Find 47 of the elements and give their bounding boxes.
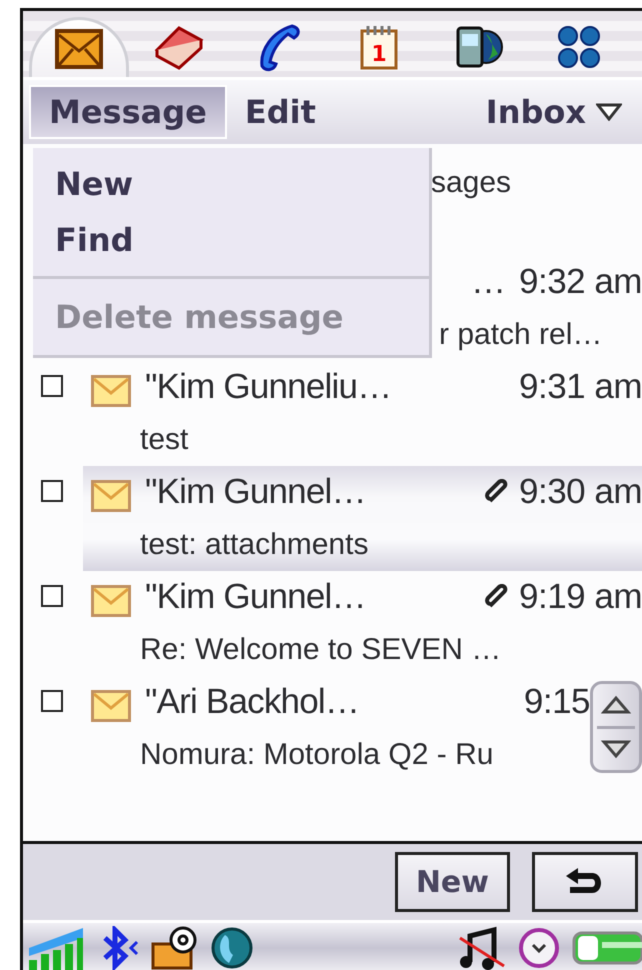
envelope-icon — [91, 375, 131, 407]
globe-icon — [211, 927, 253, 969]
new-button[interactable]: New — [394, 852, 510, 912]
menu-item[interactable]: New — [33, 156, 156, 212]
menu-title[interactable]: Edit — [226, 85, 334, 139]
message-time: 9:31 am — [519, 367, 642, 407]
sender: … — [471, 262, 507, 302]
menu-title[interactable]: Message — [29, 85, 227, 139]
checkbox[interactable] — [41, 480, 63, 502]
message-time: 9:32 am — [519, 262, 642, 302]
sender: "Kim Gunnel… — [145, 472, 367, 512]
message-subject: test: attachments — [140, 528, 368, 562]
message-time: 9:19 am — [519, 577, 642, 617]
sender: "Kim Gunnel… — [145, 577, 367, 617]
dropdown-triangle-icon — [596, 103, 622, 121]
message-item[interactable]: "Ari Backhol… 9:15 Nomura: Motorola Q2 - Ru — [83, 676, 590, 781]
message-item[interactable]: "Kim Gunnel… 9:19 am Re: Welcome to SEVEN … — [83, 571, 642, 676]
message-subject: Nomura: Motorola Q2 - Ru — [140, 738, 494, 772]
checkbox[interactable] — [41, 375, 63, 397]
message-time: 9:30 am — [519, 472, 642, 512]
message-item[interactable]: "Kim Gunnel… 9:30 am test: attachments — [83, 466, 642, 571]
envelope-icon — [91, 480, 131, 512]
menu-item[interactable]: Find — [33, 212, 156, 268]
sender: "Ari Backhol… — [145, 682, 360, 722]
envelope-icon — [91, 585, 131, 617]
phone-globe-icon — [454, 24, 504, 70]
envelope-icon — [91, 690, 131, 722]
message-count: sages — [431, 166, 512, 199]
checkbox[interactable] — [41, 690, 63, 712]
back-button[interactable] — [532, 852, 638, 912]
book-icon — [153, 24, 205, 70]
envelope-icon — [55, 28, 103, 68]
message-time: 9:15 — [524, 682, 590, 722]
folder-selector[interactable]: Inbox — [486, 93, 636, 131]
message-subject: test — [140, 422, 188, 456]
muted-music-icon — [456, 926, 506, 970]
app-tab[interactable]: 1 — [329, 17, 429, 77]
checkbox[interactable] — [41, 585, 63, 607]
up-triangle-icon — [601, 694, 631, 716]
down-triangle-icon — [601, 738, 631, 760]
message-subject: Re: Welcome to SEVEN … — [140, 632, 502, 666]
apps-grid-icon — [557, 25, 601, 69]
message-item[interactable]: "Kim Gunneliu… 9:31 am test — [83, 361, 642, 466]
sender: "Kim Gunneliu… — [145, 367, 392, 407]
signal-strength-icon — [27, 926, 85, 970]
message-subject: r patch rel… — [439, 318, 602, 352]
alarm-clock-icon — [518, 927, 560, 969]
